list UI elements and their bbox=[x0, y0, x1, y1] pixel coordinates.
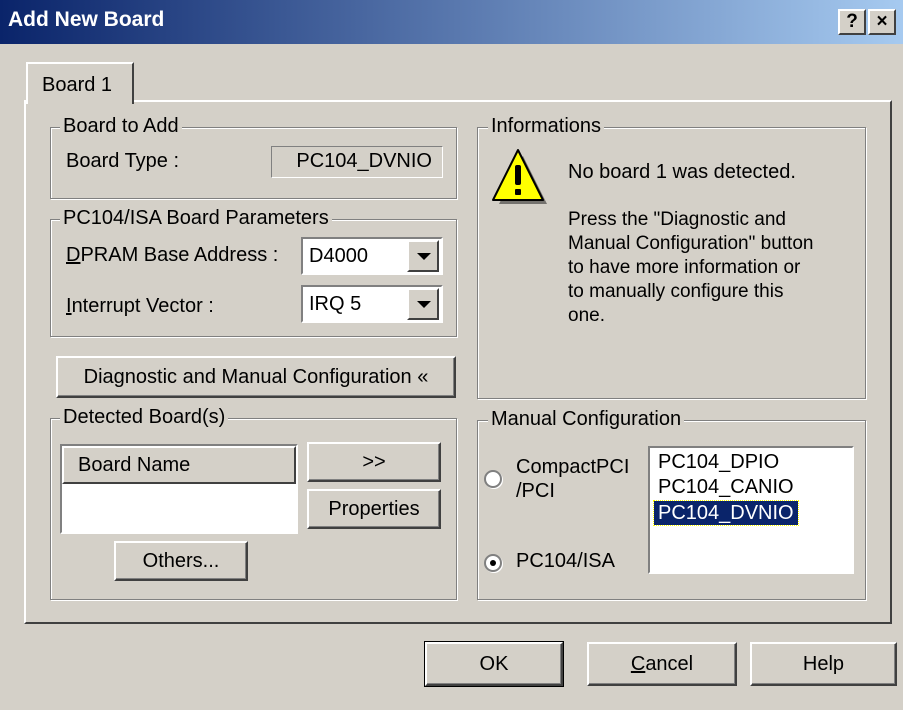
board-types-list[interactable]: PC104_DPIO PC104_CANIO PC104_DVNIO bbox=[648, 446, 854, 574]
chevron-down-icon[interactable] bbox=[407, 288, 439, 320]
window-title: Add New Board bbox=[8, 8, 165, 31]
irq-label-rest: nterrupt Vector : bbox=[71, 295, 214, 317]
dpram-label: DPRAM Base Address : bbox=[66, 244, 278, 267]
board-name-header-text: Board Name bbox=[78, 454, 191, 476]
properties-button[interactable]: Properties bbox=[307, 489, 441, 529]
tab-board-1[interactable]: Board 1 bbox=[26, 62, 134, 104]
tab-label: Board 1 bbox=[42, 74, 113, 96]
ok-button[interactable]: OK bbox=[424, 641, 564, 687]
dpram-label-rest: PRAM Base Address : bbox=[80, 244, 279, 266]
list-item[interactable]: PC104_CANIO bbox=[654, 475, 798, 499]
diagnostic-button[interactable]: Diagnostic and Manual Configuration « bbox=[56, 356, 456, 398]
title-bar: Add New Board ? × bbox=[0, 0, 903, 44]
info-message-1: No board 1 was detected. bbox=[568, 161, 796, 183]
manual-config-legend: Manual Configuration bbox=[488, 408, 685, 431]
add-board-button[interactable]: >> bbox=[307, 442, 441, 482]
radio-compactpci-label[interactable]: CompactPCI /PCI bbox=[516, 455, 646, 503]
board-name-column-header[interactable]: Board Name bbox=[62, 446, 296, 484]
dpram-value: D4000 bbox=[309, 245, 368, 267]
others-button[interactable]: Others... bbox=[114, 541, 248, 581]
dpram-mnemonic: D bbox=[66, 244, 81, 266]
list-item-selected[interactable]: PC104_DVNIO bbox=[653, 500, 799, 526]
warning-icon bbox=[492, 149, 547, 204]
board-to-add-legend: Board to Add bbox=[60, 115, 182, 138]
board-type-value: PC104_DVNIO bbox=[271, 146, 443, 178]
irq-select[interactable]: IRQ 5 bbox=[301, 285, 443, 323]
chevron-down-icon[interactable] bbox=[407, 240, 439, 272]
detected-boards-list[interactable]: Board Name bbox=[60, 444, 298, 534]
detected-boards-legend: Detected Board(s) bbox=[60, 406, 229, 429]
irq-value: IRQ 5 bbox=[309, 293, 362, 315]
board-params-legend: PC104/ISA Board Parameters bbox=[60, 207, 332, 230]
help-caption-button[interactable]: ? bbox=[838, 9, 866, 35]
board-type-label: Board Type : bbox=[66, 150, 180, 172]
cancel-mnemonic: C bbox=[630, 653, 646, 675]
informations-legend: Informations bbox=[488, 115, 605, 138]
radio-pc104isa-label[interactable]: PC104/ISA bbox=[516, 550, 615, 573]
dpram-select[interactable]: D4000 bbox=[301, 237, 443, 275]
board-type-text: PC104_DVNIO bbox=[296, 150, 432, 172]
radio-pc104isa[interactable] bbox=[484, 554, 502, 572]
list-item[interactable]: PC104_DPIO bbox=[654, 450, 783, 474]
info-message-2: Press the "Diagnostic and Manual Configu… bbox=[568, 209, 814, 326]
help-button[interactable]: Help bbox=[750, 642, 897, 686]
radio-compactpci[interactable] bbox=[484, 470, 502, 488]
cancel-label-rest: ancel bbox=[645, 653, 694, 675]
cancel-button[interactable]: Cancel bbox=[587, 642, 737, 686]
close-icon[interactable]: × bbox=[868, 9, 896, 35]
irq-label: Interrupt Vector : bbox=[66, 295, 214, 318]
